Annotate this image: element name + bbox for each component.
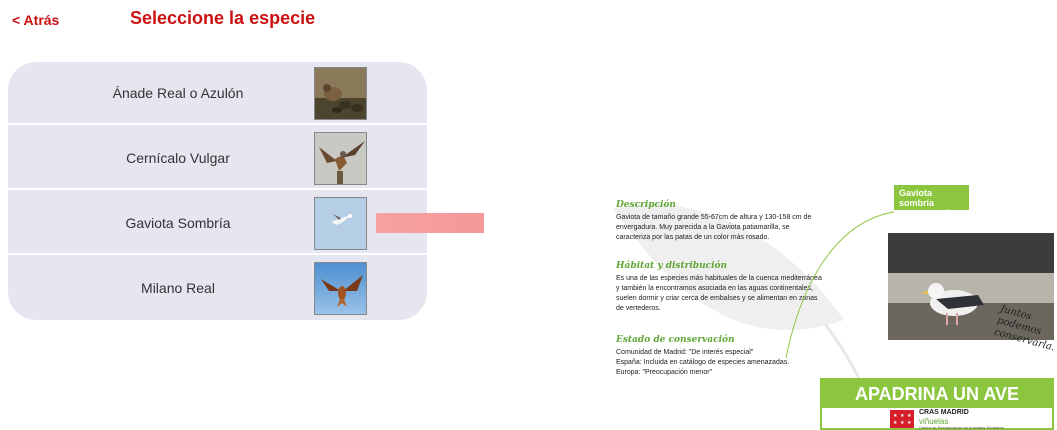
page-title: Seleccione la especie bbox=[130, 8, 316, 28]
gull-photo bbox=[314, 197, 367, 250]
species-name: Milano Real bbox=[141, 280, 215, 296]
banner-org: CRAS MADRID bbox=[919, 409, 969, 416]
scientific-name: Larus michahellis bbox=[899, 210, 954, 217]
species-name: Ánade Real o Azulón bbox=[112, 85, 244, 101]
banner-title: APADRINA UN AVE bbox=[822, 380, 1052, 408]
banner-tiny: Centro de Recuperación de Animales Silve… bbox=[919, 425, 1004, 430]
sponsor-banner: APADRINA UN AVE ★ ★ ★ ★ ★ ★ CRAS MADRID … bbox=[820, 378, 1054, 430]
species-name-card: Gaviota sombría Larus michahellis bbox=[894, 185, 969, 217]
species-row-milano[interactable]: Milano Real bbox=[8, 257, 427, 320]
species-row-gaviota[interactable]: Gaviota Sombría bbox=[8, 192, 427, 255]
species-name: Cernícalo Vulgar bbox=[126, 150, 230, 166]
description-heading: Descripción bbox=[616, 200, 676, 210]
conservation-heading: Estado de conservación bbox=[616, 335, 735, 345]
kestrel-photo bbox=[314, 132, 367, 185]
decorative-curve bbox=[785, 211, 895, 359]
species-row-anade-real[interactable]: Ánade Real o Azulón bbox=[8, 62, 427, 125]
duck-photo bbox=[314, 67, 367, 120]
madrid-stars-logo: ★ ★ ★ ★ ★ ★ bbox=[890, 410, 914, 428]
back-button[interactable]: < Atrás bbox=[12, 12, 59, 28]
habitat-heading: Hábitat y distribución bbox=[616, 261, 728, 271]
species-info-panel: Descripción Gaviota de tamaño grande 55-… bbox=[484, 60, 1057, 430]
species-name: Gaviota Sombría bbox=[125, 215, 231, 231]
kite-photo bbox=[314, 262, 367, 315]
common-name: Gaviota sombría bbox=[899, 188, 935, 208]
species-row-cernicalo[interactable]: Cernícalo Vulgar bbox=[8, 127, 427, 190]
species-list: Ánade Real o Azulón Cernícalo Vulgar Gav… bbox=[8, 62, 427, 320]
